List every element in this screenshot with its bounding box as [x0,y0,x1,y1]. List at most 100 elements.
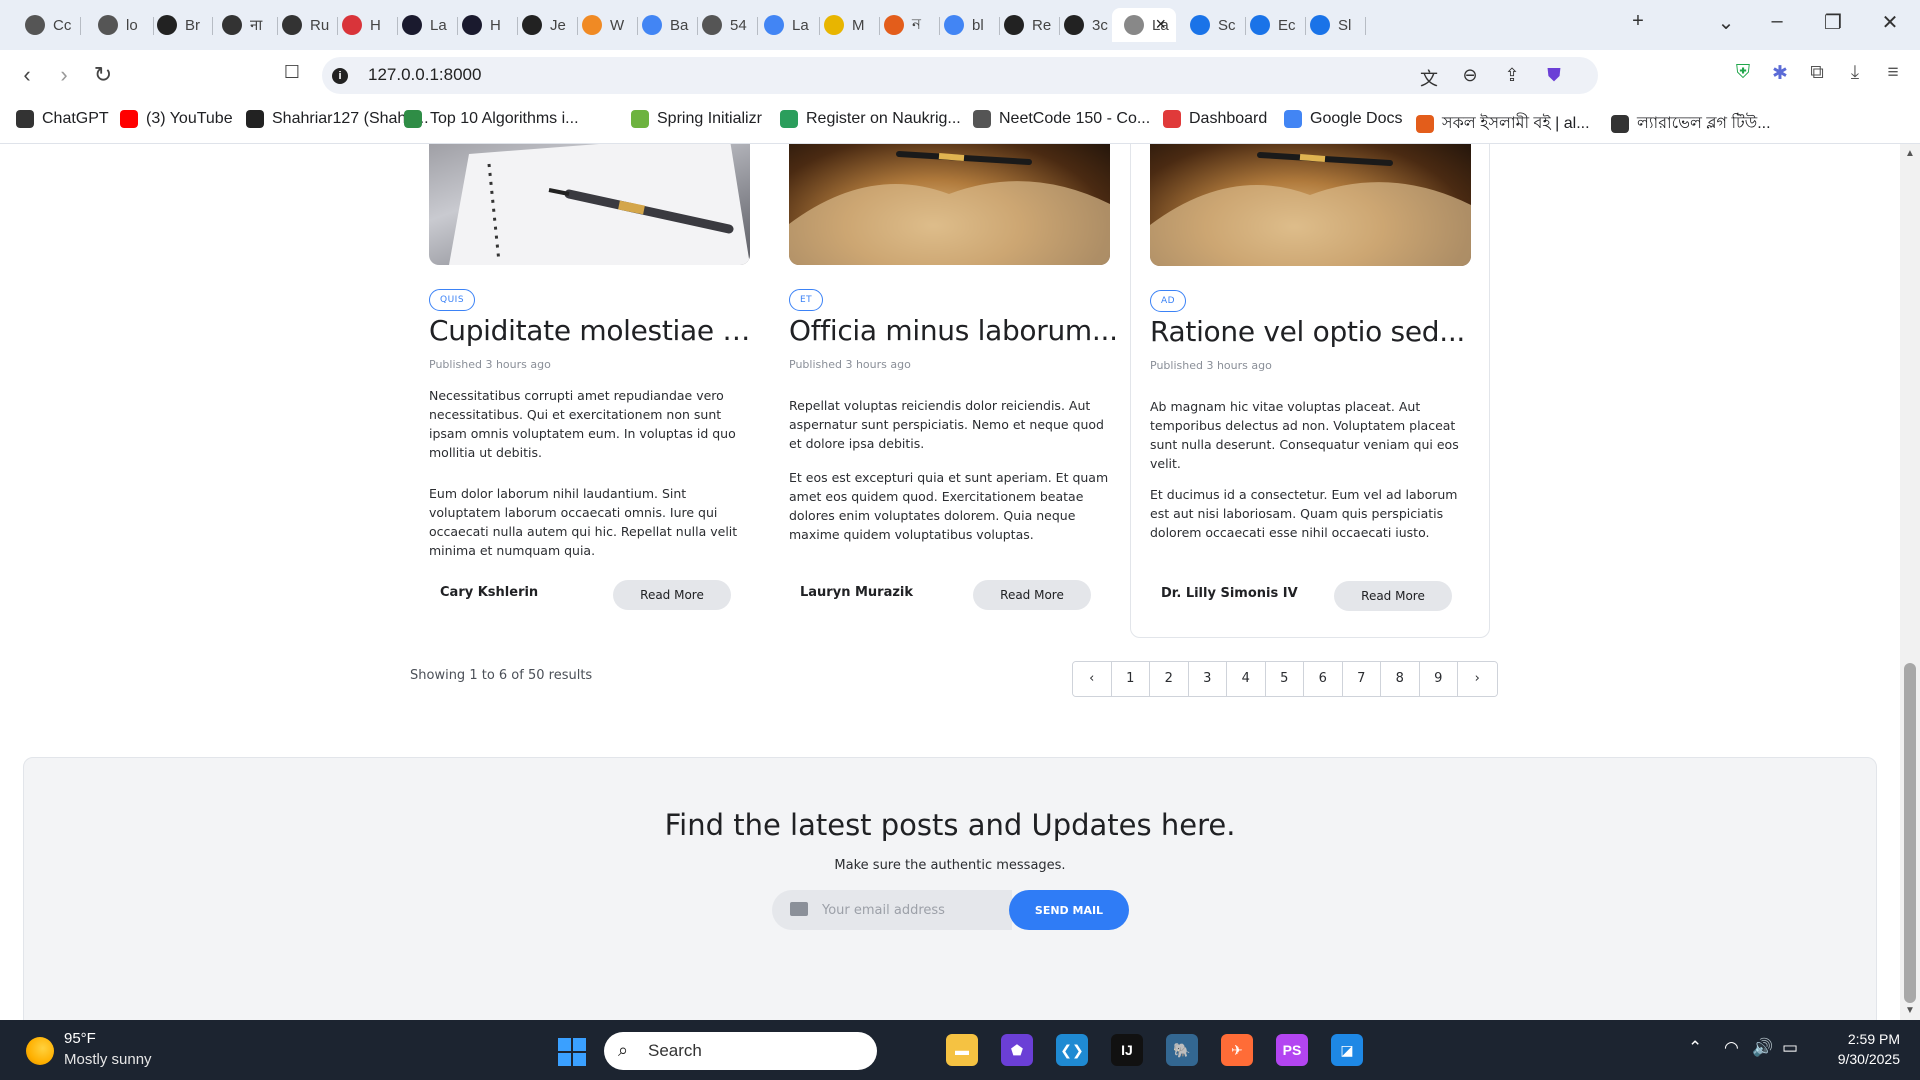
read-more-button[interactable]: Read More [973,580,1091,610]
bookmark-icon[interactable]: ☐ [277,62,307,83]
post-title[interactable]: Officia minus laborum... [789,314,1119,347]
forward-icon[interactable]: › [49,62,79,88]
browser-tab[interactable]: Ec [1238,8,1306,42]
browser-tab[interactable]: H [450,8,518,42]
photos-icon[interactable]: ◪ [1331,1034,1363,1066]
read-more-button[interactable]: Read More [613,580,731,610]
gear-extension-icon[interactable]: ✱ [1768,62,1792,86]
browser-tab[interactable]: 3c [1052,8,1120,42]
browser-tab[interactable]: La [390,8,458,42]
volume-icon[interactable]: 🔊 [1752,1038,1773,1058]
bookmark-item[interactable]: Google Docs [1284,110,1403,128]
browser-tab[interactable]: ন [872,8,940,42]
bookmark-item[interactable]: Register on Naukrig... [780,110,961,128]
taskbar-search[interactable]: ⌕ Search [604,1032,877,1070]
reload-icon[interactable]: ↻ [88,62,118,88]
bookmark-item[interactable]: Shahriar127 (Shahri... [246,110,429,128]
post-title[interactable]: Ratione vel optio sed... [1150,315,1480,348]
pagination-page-4[interactable]: 4 [1227,662,1266,696]
weather-description[interactable]: Mostly sunny [64,1051,152,1068]
browser-tab[interactable]: Je [510,8,578,42]
shield-app-icon[interactable]: ⬟ [1001,1034,1033,1066]
pagination-page-2[interactable]: 2 [1150,662,1189,696]
minimize-icon[interactable]: – [1762,10,1792,33]
phpstorm-icon[interactable]: PS [1276,1034,1308,1066]
newsletter-email-input[interactable] [822,890,1007,930]
browser-tab[interactable]: La × [1112,8,1176,42]
adblock-icon[interactable]: ⛨ [1731,62,1755,86]
bookmark-item[interactable]: ল্যারাভেল ব্লগ টিউ... [1611,110,1771,137]
file-explorer-icon[interactable]: ▬ [946,1034,978,1066]
pagination-page-7[interactable]: 7 [1342,662,1381,696]
pagination-page-1[interactable]: 1 [1111,662,1150,696]
tab-search-icon[interactable]: ⌄ [1711,10,1741,35]
scroll-down-icon[interactable]: ▼ [1905,1005,1915,1016]
browser-tab[interactable]: ना [210,8,278,42]
pagination-page-3[interactable]: 3 [1188,662,1227,696]
share-icon[interactable]: ⇪ [1499,65,1525,86]
browser-tab[interactable]: Cc [13,8,81,42]
weather-sunny-icon[interactable] [26,1037,54,1065]
weather-temperature[interactable]: 95°F [64,1030,96,1047]
pagination-page-5[interactable]: 5 [1265,662,1304,696]
pagination-page-8[interactable]: 8 [1381,662,1420,696]
new-tab-icon[interactable]: + [1623,10,1653,33]
zoom-icon[interactable]: ⊖ [1457,65,1483,86]
bookmark-item[interactable]: (3) YouTube [120,110,233,128]
address-bar[interactable]: i 127.0.0.1:8000 文 ⊖ ⇪ ⛊ [322,57,1598,94]
read-more-button[interactable]: Read More [1334,581,1452,611]
scrollbar-thumb[interactable] [1904,663,1916,1003]
postgres-icon[interactable]: 🐘 [1166,1034,1198,1066]
wifi-icon[interactable]: ◠ [1724,1038,1739,1058]
vscode-icon[interactable]: ❮❯ [1056,1034,1088,1066]
restore-icon[interactable]: ❐ [1818,10,1848,35]
browser-tab[interactable]: Re [992,8,1060,42]
browser-tab[interactable]: Ba [630,8,698,42]
bookmark-item[interactable]: ChatGPT [16,110,109,128]
pagination-page-6[interactable]: 6 [1304,662,1343,696]
browser-tab[interactable]: M [812,8,880,42]
close-tab-icon[interactable]: × [1155,14,1166,35]
browser-tab[interactable]: Sl [1298,8,1366,42]
send-mail-button[interactable]: SEND MAIL [1009,890,1129,930]
browser-tab[interactable]: 54 [690,8,758,42]
tray-chevron-icon[interactable]: ⌃ [1688,1038,1702,1058]
pagination-page-9[interactable]: 9 [1419,662,1458,696]
extensions-icon[interactable]: ⧉ [1805,62,1829,86]
bookmark-item[interactable]: Top 10 Algorithms i... [404,110,579,128]
close-window-icon[interactable]: ✕ [1875,10,1905,35]
bookmark-item[interactable]: Dashboard [1163,110,1267,128]
intellij-icon[interactable]: IJ [1111,1034,1143,1066]
translate-icon[interactable]: 文 [1416,65,1442,91]
download-icon[interactable]: ⤓ [1843,62,1867,86]
browser-tab[interactable]: Br [145,8,213,42]
back-icon[interactable]: ‹ [12,62,42,88]
scroll-up-icon[interactable]: ▲ [1905,148,1915,159]
bookmark-item[interactable]: NeetCode 150 - Co... [973,110,1150,128]
bookmark-item[interactable]: সকল ইসলামী বই | al... [1416,110,1590,137]
url-text[interactable]: 127.0.0.1:8000 [368,65,481,85]
post-title[interactable]: Cupiditate molestiae e... [429,314,759,347]
post-tag[interactable]: ET [789,289,824,311]
windows-start-icon[interactable] [558,1038,586,1066]
vpn-shield-icon[interactable]: ⛊ [1541,65,1567,86]
site-info-icon[interactable]: i [332,68,348,84]
taskbar-date[interactable]: 9/30/2025 [1820,1051,1900,1067]
browser-tab[interactable]: W [570,8,638,42]
browser-tab[interactable]: H [330,8,398,42]
browser-tab[interactable]: Ru [270,8,338,42]
menu-icon[interactable]: ≡ [1881,62,1905,86]
browser-tab[interactable]: La [752,8,820,42]
taskbar-time[interactable]: 2:59 PM [1838,1031,1900,1047]
page-scrollbar[interactable]: ▲ ▼ [1900,144,1920,1020]
bookmark-item[interactable]: Spring Initializr [631,110,762,128]
browser-tab[interactable]: Sc [1178,8,1246,42]
battery-icon[interactable]: ▭ [1782,1038,1798,1058]
pagination-next[interactable]: › [1458,662,1497,696]
postman-icon[interactable]: ✈ [1221,1034,1253,1066]
browser-tab[interactable]: lo [86,8,154,42]
browser-tab[interactable]: bl [932,8,1000,42]
post-tag[interactable]: AD [1150,290,1187,312]
pagination-prev[interactable]: ‹ [1073,662,1112,696]
post-tag[interactable]: QUIS [429,289,476,311]
